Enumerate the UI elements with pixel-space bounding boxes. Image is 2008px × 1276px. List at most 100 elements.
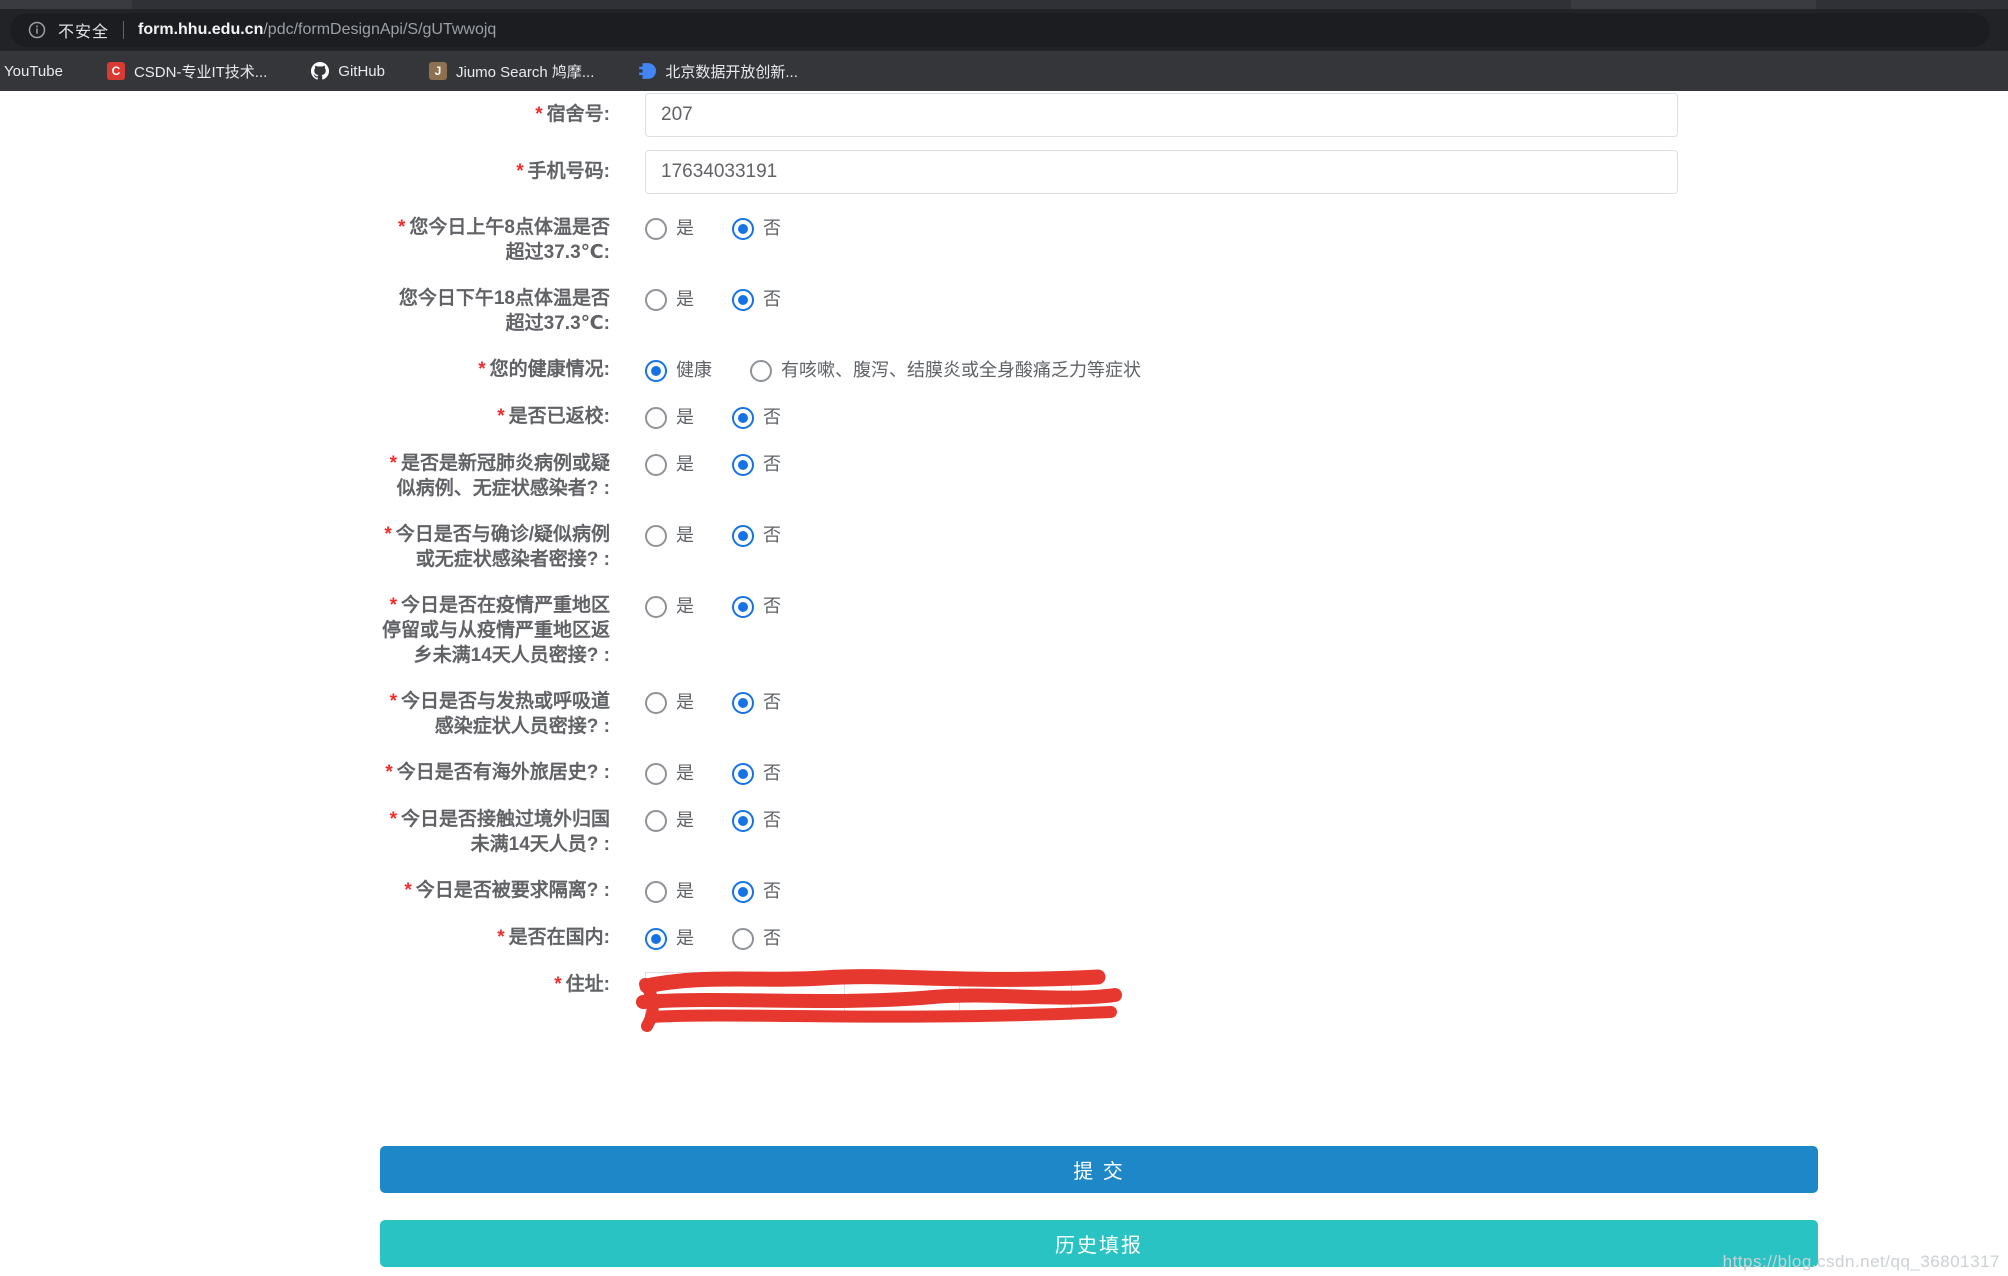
form-row-quarantine-required: * 今日是否被要求隔离? : 是 否 [380, 878, 1818, 904]
radio-icon [732, 762, 754, 785]
radio-option-no[interactable]: 否 [732, 808, 781, 833]
required-asterisk: * [497, 406, 505, 427]
radio-option-no[interactable]: 否 [732, 690, 781, 715]
radio-option-yes[interactable]: 是 [645, 594, 694, 619]
inactive-tab-edge[interactable] [1571, 0, 1816, 9]
radio-icon [732, 217, 754, 240]
form-row-returned-school: * 是否已返校: 是 否 [380, 404, 1818, 430]
submit-button[interactable]: 提 交 [380, 1146, 1818, 1193]
field-label: *您今日下午18点体温是否超过37.3℃: [398, 288, 610, 334]
radio-option-no[interactable]: 否 [732, 287, 781, 312]
field-label: * 今日是否有海外旅居史? : [385, 762, 610, 783]
radio-icon [645, 406, 667, 429]
field-label: * 住址: [554, 974, 610, 995]
required-asterisk: * [385, 762, 393, 783]
radio-option-no[interactable]: 否 [732, 761, 781, 786]
field-label: * 手机号码: [516, 161, 610, 182]
field-label: * 是否是新冠肺炎病例或疑似病例、无症状感染者? : [389, 453, 610, 499]
field-label: * 宿舍号: [535, 104, 610, 125]
phone-number-input[interactable] [645, 150, 1678, 194]
radio-group-returned-school: 是 否 [645, 404, 1818, 430]
radio-option-no[interactable]: 否 [732, 405, 781, 430]
radio-option-no[interactable]: 否 [732, 523, 781, 548]
field-label: * 是否已返校: [497, 406, 610, 427]
radio-icon [732, 595, 754, 618]
address-district-select[interactable] [959, 972, 1072, 1020]
radio-option-yes[interactable]: 是 [645, 761, 694, 786]
radio-option-no[interactable]: 否 [732, 879, 781, 904]
radio-option-no[interactable]: 否 [732, 926, 781, 951]
bookmarks-bar: YouTube C CSDN-专业IT技术... GitHub J Jiumo … [0, 51, 2008, 91]
radio-option-yes[interactable]: 是 [645, 926, 694, 951]
radio-option-no[interactable]: 否 [732, 594, 781, 619]
bookmark-beijing-data[interactable]: 北京数据开放创新... [638, 61, 798, 82]
radio-option-yes[interactable]: 是 [645, 690, 694, 715]
form-row-health-status: * 您的健康情况: 健康 有咳嗽、腹泻、结膜炎或全身酸痛乏力等症状 [380, 357, 1818, 383]
security-label: 不安全 [58, 24, 110, 41]
radio-option-no[interactable]: 否 [732, 452, 781, 477]
required-asterisk: * [389, 809, 397, 830]
radio-option-yes[interactable]: 是 [645, 216, 694, 241]
field-label: * 您今日上午8点体温是否超过37.3℃: [398, 217, 610, 263]
browser-toolbar: 不安全 form.hhu.edu.cn/pdc/formDesignApi/S/… [0, 9, 2008, 51]
url-path: /pdc/formDesignApi/S/gUTwwojq [263, 21, 497, 38]
required-asterisk: * [398, 217, 406, 238]
radio-icon [645, 217, 667, 240]
field-label: * 是否在国内: [497, 927, 610, 948]
required-asterisk: * [389, 595, 397, 616]
radio-option-yes[interactable]: 是 [645, 808, 694, 833]
health-declaration-form: *宿舍号: *手机号码: *您今日上午8点体温是否超过37.3℃: 是 否 *您… [380, 91, 1818, 1032]
required-asterisk: * [497, 927, 505, 948]
radio-icon [732, 809, 754, 832]
radio-group-overseas-returnee-contact: 是 否 [645, 807, 1818, 857]
radio-group-overseas-history: 是 否 [645, 760, 1818, 786]
radio-icon [645, 453, 667, 476]
bookmark-jiumo[interactable]: J Jiumo Search 鸠摩... [428, 61, 594, 82]
radio-option-healthy[interactable]: 健康 [645, 358, 712, 383]
bookmark-csdn[interactable]: C CSDN-专业IT技术... [106, 61, 267, 82]
field-label: * 今日是否在疫情严重地区停留或与从疫情严重地区返乡未满14天人员密接? : [381, 595, 610, 666]
radio-option-symptoms[interactable]: 有咳嗽、腹泻、结膜炎或全身酸痛乏力等症状 [750, 358, 1141, 383]
radio-icon [732, 880, 754, 903]
required-asterisk: * [535, 104, 543, 125]
form-row-covid-case: * 是否是新冠肺炎病例或疑似病例、无症状感染者? : 是 否 [380, 451, 1818, 501]
radio-icon [732, 406, 754, 429]
active-tab-edge[interactable] [0, 0, 132, 9]
form-row-dorm: * 宿舍号: [380, 93, 1818, 137]
tab-strip [0, 0, 2008, 9]
address-province-select[interactable] [645, 972, 845, 1020]
radio-icon [645, 595, 667, 618]
radio-group-quarantine-required: 是 否 [645, 878, 1818, 904]
history-button[interactable]: 历史填报 [380, 1220, 1818, 1267]
address-city-select[interactable] [844, 972, 960, 1020]
radio-option-yes[interactable]: 是 [645, 287, 694, 312]
required-asterisk: * [404, 880, 412, 901]
bookmark-youtube[interactable]: YouTube [4, 63, 63, 80]
radio-icon [732, 927, 754, 950]
info-icon[interactable] [28, 21, 46, 39]
url-divider [123, 21, 125, 39]
required-asterisk: * [478, 359, 486, 380]
watermark-text: https://blog.csdn.net/qq_36801317 [1722, 1252, 2000, 1271]
radio-icon [732, 524, 754, 547]
bookmark-github[interactable]: GitHub [311, 62, 385, 80]
radio-option-yes[interactable]: 是 [645, 405, 694, 430]
radio-option-yes[interactable]: 是 [645, 879, 694, 904]
radio-option-no[interactable]: 否 [732, 216, 781, 241]
required-asterisk: * [384, 524, 392, 545]
radio-option-yes[interactable]: 是 [645, 452, 694, 477]
radio-group-fever-contact: 是 否 [645, 689, 1818, 739]
address-cascader [636, 969, 1122, 1032]
form-row-in-country: * 是否在国内: 是 否 [380, 925, 1818, 951]
field-label: * 今日是否与确诊/疑似病例或无症状感染者密接? : [384, 524, 610, 570]
url-bar[interactable]: 不安全 form.hhu.edu.cn/pdc/formDesignApi/S/… [10, 13, 1990, 47]
screen: 不安全 form.hhu.edu.cn/pdc/formDesignApi/S/… [0, 0, 2008, 1276]
dorm-number-input[interactable] [645, 93, 1678, 137]
radio-group-covid-case: 是 否 [645, 451, 1818, 501]
field-label: * 今日是否与发热或呼吸道感染症状人员密接? : [389, 691, 610, 737]
radio-icon [645, 524, 667, 547]
github-icon [311, 62, 330, 80]
radio-option-yes[interactable]: 是 [645, 523, 694, 548]
radio-group-health-status: 健康 有咳嗽、腹泻、结膜炎或全身酸痛乏力等症状 [645, 357, 1818, 383]
radio-group-severe-area: 是 否 [645, 593, 1818, 668]
